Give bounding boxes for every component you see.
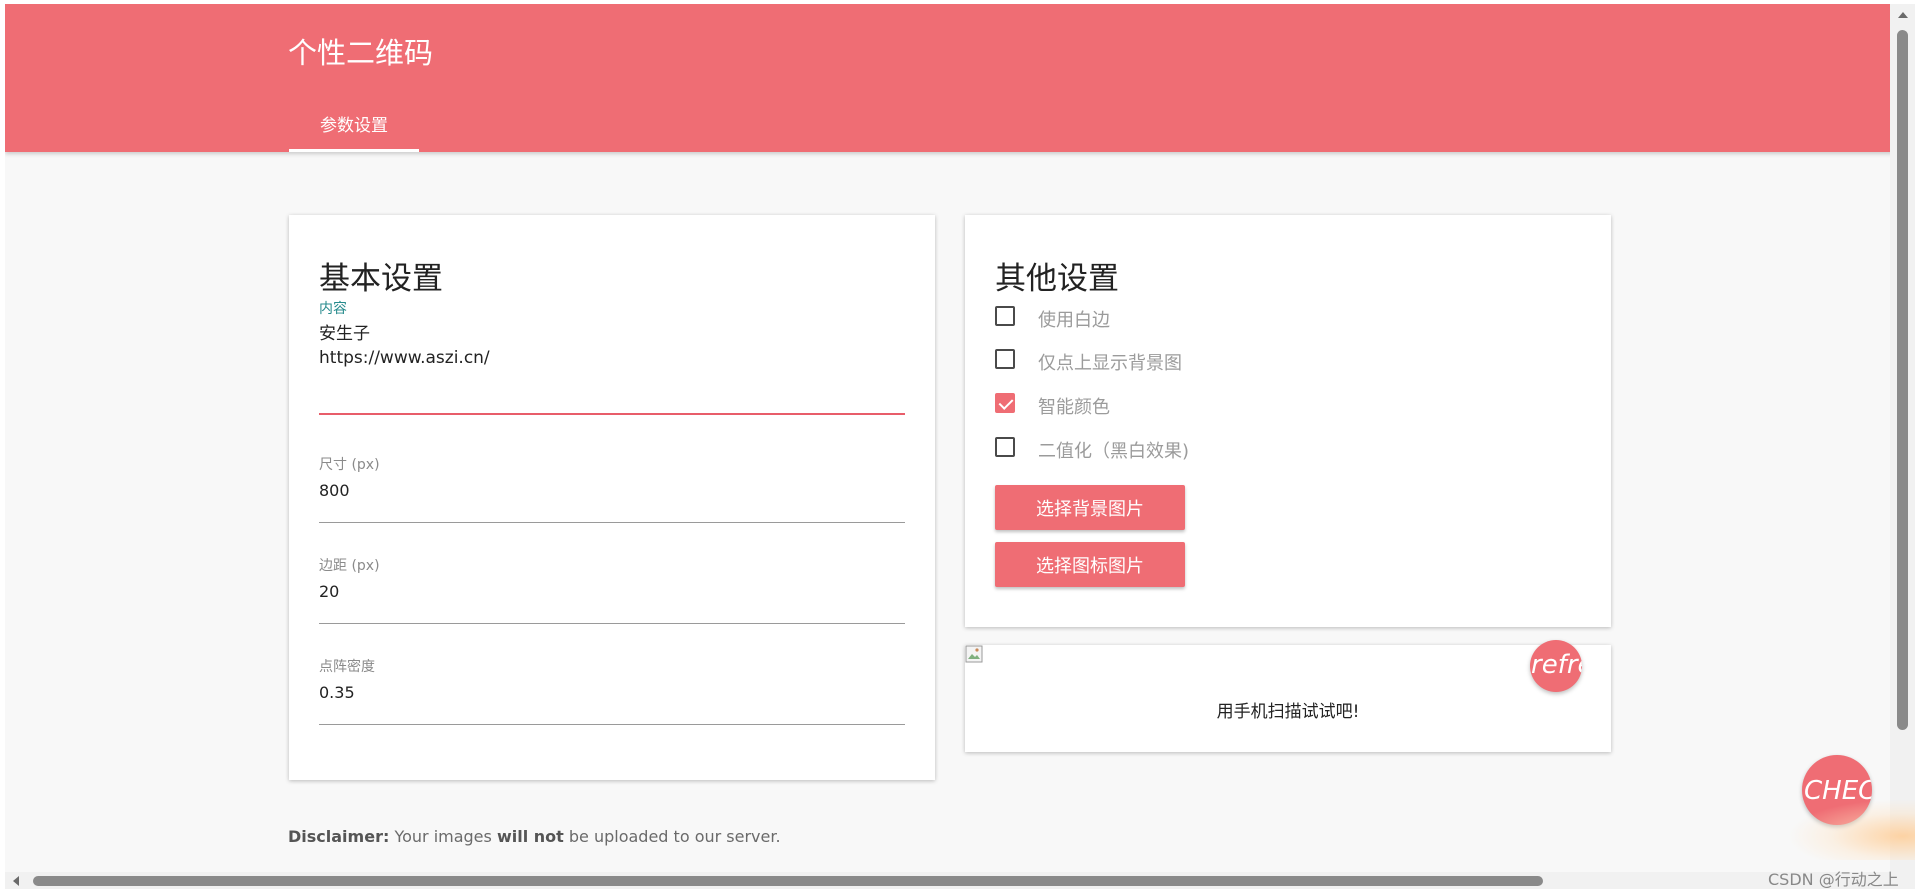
white-border-label: 使用白边 [1038, 310, 1110, 331]
smart-color-label: 智能颜色 [1038, 397, 1110, 418]
app-header: 个性二维码 参数设置 [5, 4, 1895, 152]
density-input-value: 0.35 [319, 683, 355, 702]
margin-input-value: 20 [319, 582, 340, 601]
tab-active-indicator [289, 149, 419, 152]
tab-settings[interactable]: 参数设置 [289, 102, 419, 152]
disclaimer-emphasis: will not [496, 827, 564, 846]
disclaimer-part-1: Your images [389, 827, 497, 846]
option-smart-color[interactable]: 智能颜色 [995, 393, 1295, 423]
size-input[interactable]: 800 [319, 473, 905, 505]
basic-settings-title: 基本设置 [319, 261, 443, 297]
vertical-scrollbar[interactable] [1890, 4, 1915, 889]
margin-input[interactable]: 20 [319, 574, 905, 606]
size-input-value: 800 [319, 481, 350, 500]
option-dots-only-background[interactable]: 仅点上显示背景图 [995, 349, 1295, 379]
size-field-label: 尺寸 (px) [319, 457, 380, 473]
content-textarea[interactable]: 安生子 https://www.aszi.cn/ [319, 315, 905, 369]
dots-only-background-checkbox[interactable] [995, 349, 1015, 369]
basic-settings-card: 基本设置 内容 安生子 https://www.aszi.cn/ 尺寸 (px)… [289, 215, 935, 780]
csdn-watermark: CSDN @行动之上 [1768, 870, 1899, 889]
other-settings-card: 其他设置 使用白边 仅点上显示背景图 智能颜色 二值化（黑白效果) 选择背景图片… [965, 215, 1611, 627]
horizontal-scrollbar-thumb[interactable] [33, 876, 1543, 886]
decorative-glow [1790, 800, 1915, 860]
horizontal-scrollbar[interactable] [5, 872, 1895, 889]
tab-settings-label: 参数设置 [320, 116, 388, 136]
disclaimer-text: Disclaimer: Your images will not be uplo… [288, 827, 781, 846]
density-field-underline [319, 724, 905, 725]
option-binarize[interactable]: 二值化（黑白效果) [995, 437, 1295, 467]
density-field-label: 点阵密度 [319, 659, 375, 675]
check-mark-icon [998, 395, 1014, 410]
refresh-button-label: refre [1531, 650, 1582, 680]
scroll-left-arrow-icon[interactable] [13, 876, 19, 886]
refresh-button[interactable]: refre [1530, 640, 1582, 692]
disclaimer-lead: Disclaimer: [288, 827, 390, 846]
binarize-checkbox[interactable] [995, 437, 1015, 457]
density-input[interactable]: 0.35 [319, 675, 905, 707]
margin-field-underline [319, 623, 905, 624]
margin-field-label: 边距 (px) [319, 558, 380, 574]
broken-image-icon [965, 645, 985, 665]
option-white-border[interactable]: 使用白边 [995, 306, 1295, 336]
content-line-1: 安生子 [319, 324, 370, 344]
choose-background-image-button[interactable]: 选择背景图片 [995, 485, 1185, 530]
disclaimer-part-2: be uploaded to our server. [563, 827, 781, 846]
vertical-scrollbar-thumb[interactable] [1897, 30, 1908, 730]
qr-preview-card: refre 用手机扫描试试吧! [965, 640, 1611, 752]
content-field-underline [319, 413, 905, 415]
dots-only-background-label: 仅点上显示背景图 [1038, 353, 1182, 374]
scroll-up-arrow-icon[interactable] [1898, 12, 1908, 18]
qr-preview-caption: 用手机扫描试试吧! [1216, 702, 1360, 722]
white-border-checkbox[interactable] [995, 306, 1015, 326]
choose-icon-image-button[interactable]: 选择图标图片 [995, 542, 1185, 587]
binarize-label: 二值化（黑白效果) [1038, 441, 1190, 462]
size-field-underline [319, 522, 905, 523]
smart-color-checkbox[interactable] [995, 393, 1015, 413]
other-settings-title: 其他设置 [995, 261, 1119, 297]
content-line-2: https://www.aszi.cn/ [319, 348, 490, 368]
app-title: 个性二维码 [288, 36, 434, 70]
app-viewport: 个性二维码 参数设置 基本设置 内容 安生子 https://www.aszi.… [5, 4, 1895, 889]
